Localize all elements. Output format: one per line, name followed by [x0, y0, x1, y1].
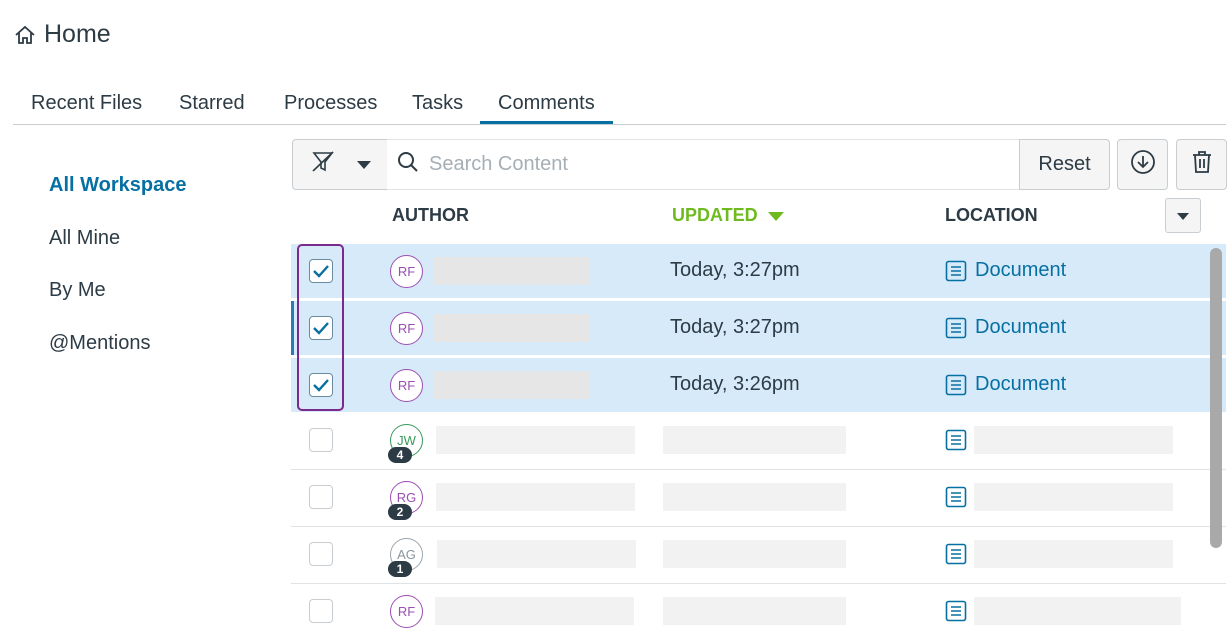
avatar: RF — [390, 312, 423, 345]
chevron-down-icon — [1177, 207, 1189, 225]
updated-time: Today, 3:26pm — [670, 373, 800, 395]
row-checkbox[interactable] — [309, 542, 333, 566]
trash-icon — [1191, 150, 1213, 179]
delete-button[interactable] — [1176, 139, 1227, 190]
sort-descending-icon — [767, 205, 784, 226]
redacted-updated — [663, 483, 846, 511]
search-bar — [387, 139, 1021, 190]
redacted-updated — [663, 540, 846, 568]
table-row[interactable]: RG 2 — [291, 470, 1226, 527]
row-checkbox[interactable] — [309, 599, 333, 623]
table-row[interactable]: JW 4 — [291, 413, 1226, 470]
document-icon — [945, 429, 967, 456]
sidebar-item-mentions[interactable]: @Mentions — [49, 332, 150, 355]
redacted-author — [434, 257, 590, 285]
comment-count-badge: 4 — [388, 447, 412, 463]
table-row[interactable]: RF Today, 3:27pm Document — [291, 244, 1226, 301]
row-checkbox[interactable] — [309, 316, 333, 340]
sidebar-item-all-mine[interactable]: All Mine — [49, 227, 120, 250]
tab-starred[interactable]: Starred — [179, 92, 245, 115]
document-icon — [945, 543, 967, 570]
redacted-author — [437, 540, 636, 568]
page-header: Home — [14, 20, 111, 49]
tab-tasks[interactable]: Tasks — [412, 92, 463, 115]
tab-processes[interactable]: Processes — [284, 92, 377, 115]
location-link[interactable]: Document — [975, 316, 1066, 339]
avatar: RF — [390, 255, 423, 288]
redacted-author — [434, 314, 590, 342]
filter-off-icon — [311, 150, 337, 179]
comment-count-badge: 2 — [388, 504, 412, 520]
column-menu-button[interactable] — [1165, 198, 1201, 233]
row-checkbox[interactable] — [309, 259, 333, 283]
row-checkbox[interactable] — [309, 373, 333, 397]
comment-count-badge: 1 — [388, 561, 412, 577]
sidebar-item-all-workspace[interactable]: All Workspace — [49, 174, 186, 197]
filter-button[interactable] — [292, 139, 388, 190]
row-checkbox[interactable] — [309, 428, 333, 452]
location-link[interactable]: Document — [975, 373, 1066, 396]
chevron-down-icon — [357, 156, 371, 174]
column-header-author[interactable]: AUTHOR — [392, 205, 469, 226]
avatar: RF — [390, 369, 423, 402]
table-row[interactable]: RF Today, 3:26pm Document — [291, 358, 1226, 415]
redacted-author — [435, 597, 634, 625]
document-icon — [945, 374, 967, 401]
document-icon — [945, 260, 967, 287]
row-checkbox[interactable] — [309, 485, 333, 509]
redacted-location — [974, 540, 1173, 568]
document-icon — [945, 486, 967, 513]
document-icon — [945, 600, 967, 627]
location-link[interactable]: Document — [975, 259, 1066, 282]
updated-time: Today, 3:27pm — [670, 259, 800, 281]
redacted-location — [974, 483, 1173, 511]
redacted-author — [434, 371, 590, 399]
column-header-updated-label: UPDATED — [672, 205, 758, 225]
search-input[interactable] — [429, 153, 1009, 176]
search-icon — [397, 151, 419, 178]
redacted-author — [436, 426, 635, 454]
redacted-author — [436, 483, 635, 511]
home-icon — [14, 24, 36, 46]
table-row[interactable]: RF — [291, 584, 1226, 639]
reset-button[interactable]: Reset — [1019, 139, 1110, 190]
download-icon — [1130, 149, 1156, 180]
column-header-updated[interactable]: UPDATED — [672, 205, 784, 226]
sidebar-item-by-me[interactable]: By Me — [49, 279, 106, 302]
table-row[interactable]: RF Today, 3:27pm Document — [291, 301, 1226, 358]
redacted-updated — [663, 426, 846, 454]
tab-comments[interactable]: Comments — [480, 92, 613, 124]
page-title: Home — [44, 20, 111, 48]
tab-recent-files[interactable]: Recent Files — [31, 92, 142, 115]
redacted-updated — [663, 597, 846, 625]
vertical-scrollbar[interactable] — [1210, 248, 1222, 548]
redacted-location — [974, 426, 1173, 454]
tab-bar: Recent Files Starred Processes Tasks Com… — [13, 88, 1226, 125]
download-button[interactable] — [1117, 139, 1168, 190]
column-header-location[interactable]: LOCATION — [945, 205, 1038, 226]
avatar: RF — [390, 595, 423, 628]
redacted-location — [974, 597, 1181, 625]
document-icon — [945, 317, 967, 344]
updated-time: Today, 3:27pm — [670, 316, 800, 338]
table-row[interactable]: AG 1 — [291, 527, 1226, 584]
